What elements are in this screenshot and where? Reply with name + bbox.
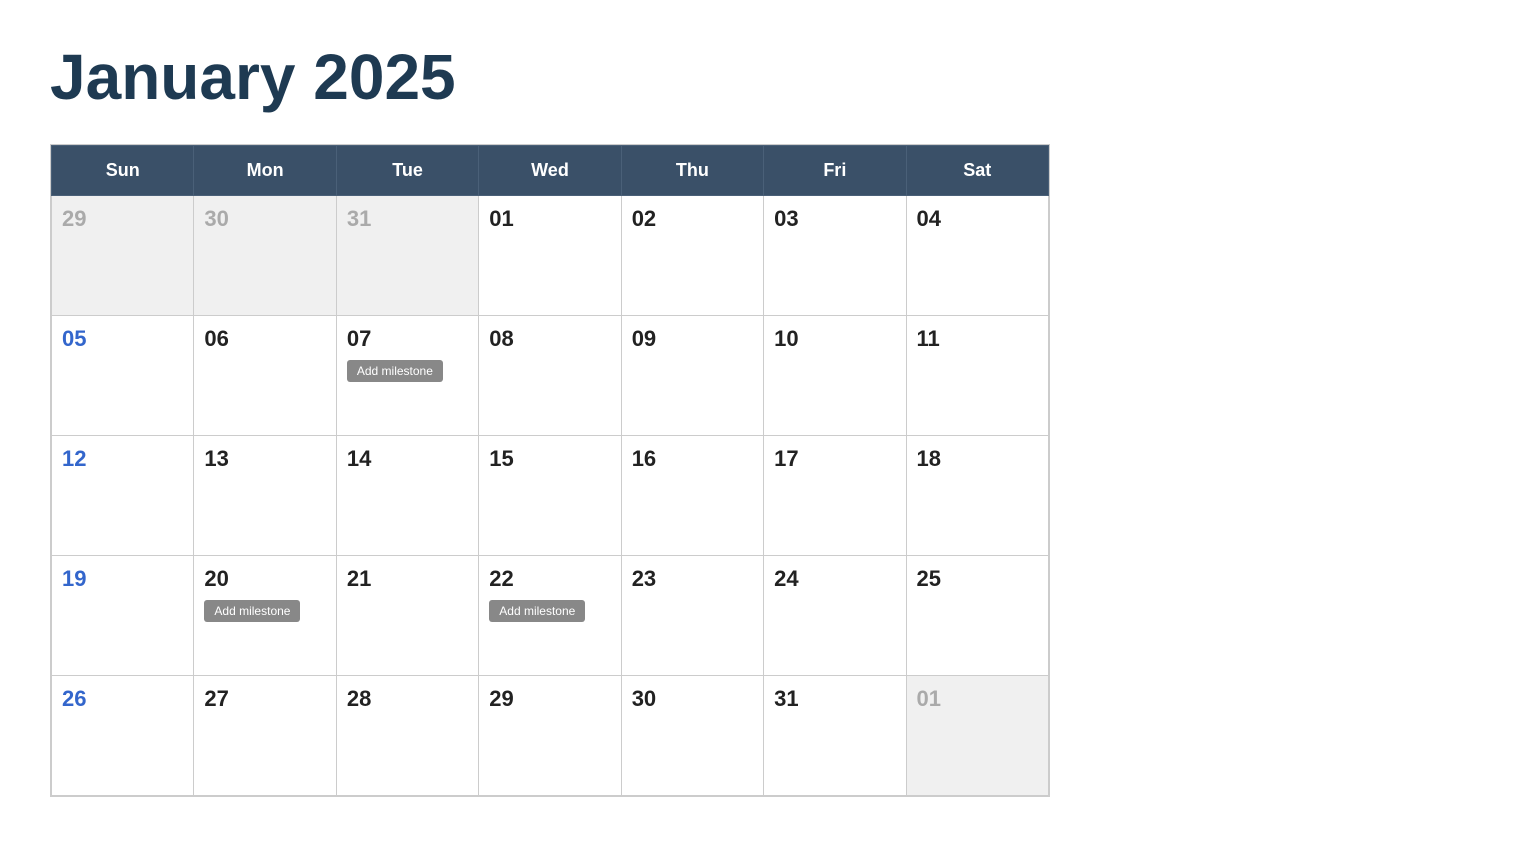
day-number: 28 — [347, 686, 371, 711]
calendar-cell: 13 — [194, 436, 336, 556]
calendar-cell: 08 — [479, 316, 621, 436]
calendar-cell: 15 — [479, 436, 621, 556]
day-number: 14 — [347, 446, 371, 471]
calendar-cell: 29 — [52, 196, 194, 316]
header-day-mon: Mon — [194, 146, 336, 196]
header-day-thu: Thu — [621, 146, 763, 196]
day-number: 31 — [774, 686, 798, 711]
day-number: 01 — [489, 206, 513, 231]
day-number: 27 — [204, 686, 228, 711]
day-number: 11 — [917, 326, 940, 351]
calendar-cell: 11 — [906, 316, 1048, 436]
header-day-sat: Sat — [906, 146, 1048, 196]
calendar-cell: 30 — [194, 196, 336, 316]
header-row: SunMonTueWedThuFriSat — [52, 146, 1049, 196]
calendar-cell: 03 — [764, 196, 906, 316]
page-title: January 2025 — [50, 40, 1486, 114]
calendar-cell: 29 — [479, 676, 621, 796]
calendar-cell: 06 — [194, 316, 336, 436]
day-number: 30 — [632, 686, 656, 711]
day-number: 04 — [917, 206, 941, 231]
day-number: 17 — [774, 446, 798, 471]
day-number: 25 — [917, 566, 941, 591]
day-number: 19 — [62, 566, 86, 591]
calendar-cell: 30 — [621, 676, 763, 796]
day-number: 15 — [489, 446, 513, 471]
calendar-header: SunMonTueWedThuFriSat — [52, 146, 1049, 196]
calendar-cell: 12 — [52, 436, 194, 556]
day-number: 29 — [62, 206, 86, 231]
calendar-cell: 24 — [764, 556, 906, 676]
calendar-cell: 14 — [336, 436, 478, 556]
calendar-cell: 05 — [52, 316, 194, 436]
calendar-cell: 10 — [764, 316, 906, 436]
calendar-week-1: 05 06 07 Add milestone 08 09 10 11 — [52, 316, 1049, 436]
calendar-cell: 07 Add milestone — [336, 316, 478, 436]
calendar: SunMonTueWedThuFriSat 29 30 31 01 02 03 04 05 06… — [50, 144, 1050, 797]
calendar-body: 29 30 31 01 02 03 04 05 06 07 Add milestone 08 09 10 1… — [52, 196, 1049, 796]
day-number: 08 — [489, 326, 513, 351]
day-number: 24 — [774, 566, 798, 591]
day-number: 05 — [62, 326, 86, 351]
day-number: 20 — [204, 566, 228, 591]
day-number: 13 — [204, 446, 228, 471]
day-number: 10 — [774, 326, 798, 351]
calendar-cell: 28 — [336, 676, 478, 796]
calendar-cell: 23 — [621, 556, 763, 676]
day-number: 02 — [632, 206, 656, 231]
calendar-cell: 01 — [906, 676, 1048, 796]
day-number: 09 — [632, 326, 656, 351]
day-number: 16 — [632, 446, 656, 471]
calendar-table: SunMonTueWedThuFriSat 29 30 31 01 02 03 04 05 06… — [51, 145, 1049, 796]
calendar-cell: 25 — [906, 556, 1048, 676]
day-number: 07 — [347, 326, 371, 351]
calendar-cell: 17 — [764, 436, 906, 556]
calendar-cell: 16 — [621, 436, 763, 556]
calendar-cell: 21 — [336, 556, 478, 676]
day-number: 31 — [347, 206, 371, 231]
header-day-fri: Fri — [764, 146, 906, 196]
add-milestone-button[interactable]: Add milestone — [204, 600, 300, 622]
calendar-cell: 02 — [621, 196, 763, 316]
day-number: 29 — [489, 686, 513, 711]
day-number: 22 — [489, 566, 513, 591]
calendar-cell: 31 — [336, 196, 478, 316]
header-day-sun: Sun — [52, 146, 194, 196]
calendar-week-0: 29 30 31 01 02 03 04 — [52, 196, 1049, 316]
calendar-cell: 20 Add milestone — [194, 556, 336, 676]
calendar-cell: 04 — [906, 196, 1048, 316]
add-milestone-button[interactable]: Add milestone — [489, 600, 585, 622]
day-number: 12 — [62, 446, 86, 471]
header-day-tue: Tue — [336, 146, 478, 196]
calendar-cell: 01 — [479, 196, 621, 316]
calendar-cell: 26 — [52, 676, 194, 796]
calendar-cell: 18 — [906, 436, 1048, 556]
day-number: 30 — [204, 206, 228, 231]
calendar-week-2: 12 13 14 15 16 17 18 — [52, 436, 1049, 556]
day-number: 18 — [917, 446, 941, 471]
calendar-cell: 31 — [764, 676, 906, 796]
calendar-cell: 09 — [621, 316, 763, 436]
day-number: 23 — [632, 566, 656, 591]
header-day-wed: Wed — [479, 146, 621, 196]
calendar-cell: 19 — [52, 556, 194, 676]
day-number: 03 — [774, 206, 798, 231]
day-number: 01 — [917, 686, 941, 711]
day-number: 06 — [204, 326, 228, 351]
day-number: 21 — [347, 566, 371, 591]
calendar-week-4: 26 27 28 29 30 31 01 — [52, 676, 1049, 796]
day-number: 26 — [62, 686, 86, 711]
calendar-week-3: 19 20 Add milestone 21 22 Add milestone 23 24 25 — [52, 556, 1049, 676]
calendar-cell: 27 — [194, 676, 336, 796]
add-milestone-button[interactable]: Add milestone — [347, 360, 443, 382]
calendar-cell: 22 Add milestone — [479, 556, 621, 676]
